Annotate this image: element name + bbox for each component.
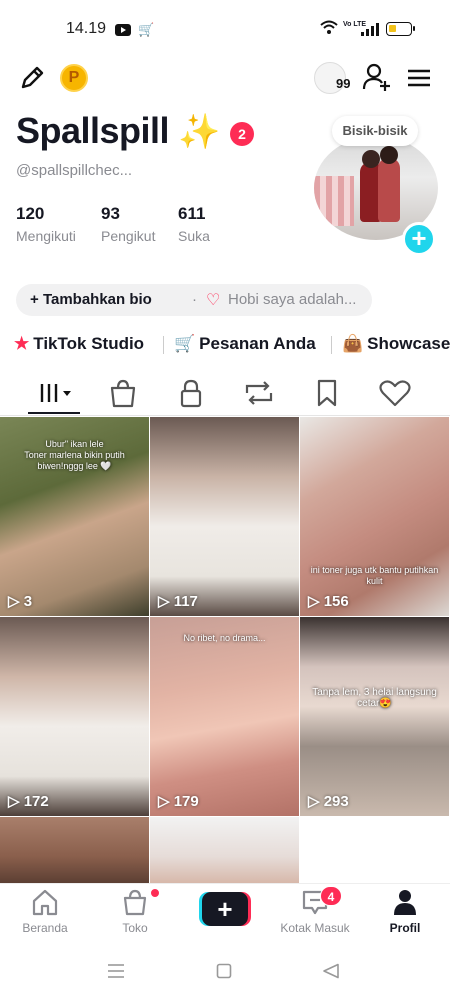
view-count-value: 3 bbox=[23, 593, 33, 610]
add-bio-button[interactable]: + Tambahkan bio bbox=[30, 291, 152, 308]
nav-profile[interactable]: Profil bbox=[360, 888, 450, 935]
hobby-prompt[interactable]: Hobi saya adalah... bbox=[228, 291, 356, 308]
add-story-button[interactable]: + bbox=[402, 222, 436, 256]
sparkle-emoji: ✨ bbox=[178, 113, 221, 151]
tiktok-studio-label: TikTok Studio bbox=[33, 334, 145, 353]
nav-home-label: Beranda bbox=[22, 921, 68, 935]
showcase-link[interactable]: 👜 Showcase bbox=[342, 334, 450, 354]
notification-badge[interactable]: 2 bbox=[230, 122, 254, 146]
stat-followers[interactable]: 93 Pengikut bbox=[101, 204, 155, 244]
battery-icon bbox=[386, 22, 415, 36]
profile-stats: 120 Mengikuti 93 Pengikut 611 Suka bbox=[16, 204, 276, 246]
active-tab-indicator bbox=[28, 412, 80, 414]
separator-dot: · bbox=[192, 291, 197, 308]
stat-following-label: Mengikuti bbox=[16, 228, 76, 244]
view-count-value: 179 bbox=[173, 793, 199, 810]
edit-pencil-icon[interactable] bbox=[18, 64, 46, 92]
video-thumbnail[interactable]: ▷ 117 bbox=[150, 417, 299, 616]
bio-row[interactable]: + Tambahkan bio · ♡ Hobi saya adalah... bbox=[16, 284, 372, 316]
video-thumbnail[interactable]: ini toner juga utk bantu putihkan kulit … bbox=[300, 417, 449, 616]
tab-liked[interactable] bbox=[377, 378, 413, 408]
video-caption: ini toner juga utk bantu putihkan kulit bbox=[310, 565, 439, 586]
nav-profile-label: Profil bbox=[389, 921, 421, 935]
home-icon bbox=[32, 889, 58, 916]
video-thumbnail[interactable]: Ubur" ikan lele Toner marlena bikin puti… bbox=[0, 417, 149, 616]
quick-links-row: ★ TikTok Studio 🛒 Pesanan Anda 👜 Showcase bbox=[0, 330, 450, 360]
youtube-notification-icon bbox=[115, 24, 131, 36]
status-bar: 14.19 🛒 Vo LTE bbox=[0, 0, 450, 60]
view-count: ▷ 117 bbox=[158, 593, 198, 610]
shopping-bag-icon: 👜 bbox=[342, 334, 364, 353]
video-thumbnail[interactable]: No ribet, no drama... ▷ 179 bbox=[150, 617, 299, 816]
nav-shop-label: Toko bbox=[122, 921, 148, 935]
video-thumbnail[interactable] bbox=[0, 817, 149, 883]
showcase-label: Showcase bbox=[367, 334, 450, 353]
tab-private[interactable] bbox=[173, 378, 209, 408]
stat-followers-value: 93 bbox=[101, 204, 120, 223]
heart-outline-icon: ♡ bbox=[206, 292, 221, 309]
stat-likes[interactable]: 611 Suka bbox=[178, 204, 210, 244]
view-count-value: 156 bbox=[323, 593, 349, 610]
whisper-bubble[interactable]: Bisik-bisik bbox=[332, 116, 418, 146]
nav-inbox-label: Kotak Masuk bbox=[280, 921, 350, 935]
profile-handle[interactable]: @spallspillchec... bbox=[16, 162, 132, 179]
content-tabs bbox=[0, 370, 450, 416]
recent-apps-icon[interactable] bbox=[106, 963, 126, 979]
plus-icon: + bbox=[202, 892, 248, 926]
view-count-value: 117 bbox=[173, 593, 198, 610]
add-bio-label: Tambahkan bio bbox=[42, 291, 152, 308]
shop-notification-dot bbox=[150, 888, 160, 898]
nav-shop[interactable]: Toko bbox=[90, 888, 180, 935]
video-caption: No ribet, no drama... bbox=[183, 633, 266, 643]
video-caption: Tanpa lem, 3 helai langsung cetar😍 bbox=[312, 687, 437, 709]
creator-star-icon: ★ bbox=[14, 334, 30, 353]
stat-following-value: 120 bbox=[16, 204, 45, 223]
view-count-value: 293 bbox=[323, 793, 349, 810]
orders-link[interactable]: 🛒 Pesanan Anda bbox=[174, 334, 316, 354]
tab-reposts[interactable] bbox=[241, 378, 277, 408]
video-thumbnail[interactable] bbox=[150, 817, 299, 883]
status-time: 14.19 bbox=[66, 20, 107, 37]
system-navigation-bar bbox=[0, 943, 450, 1000]
stat-likes-label: Suka bbox=[178, 228, 210, 244]
create-button[interactable]: + bbox=[199, 892, 251, 926]
profile-viewers-count[interactable]: 99 bbox=[336, 76, 350, 91]
profile-top-bar: P 99 bbox=[0, 60, 450, 100]
inbox-badge: 4 bbox=[320, 886, 342, 906]
view-count-value: 172 bbox=[23, 793, 49, 810]
stat-followers-label: Pengikut bbox=[101, 228, 156, 244]
video-thumbnail[interactable]: Tanpa lem, 3 helai langsung cetar😍 ▷ 293 bbox=[300, 617, 449, 816]
view-count: ▷ 3 bbox=[8, 593, 33, 610]
shop-notification-icon: 🛒 bbox=[138, 22, 155, 37]
wifi-icon bbox=[320, 20, 338, 34]
bottom-navigation: Beranda Toko + Kotak Masuk 4 Profil bbox=[0, 883, 450, 943]
home-square-icon[interactable] bbox=[216, 963, 232, 979]
p-coin-icon[interactable]: P bbox=[60, 64, 88, 92]
view-count: ▷ 179 bbox=[158, 793, 199, 810]
view-count: ▷ 156 bbox=[308, 593, 349, 610]
hamburger-menu-icon[interactable] bbox=[406, 68, 432, 88]
add-friend-icon[interactable] bbox=[362, 62, 392, 92]
tab-favorites[interactable] bbox=[309, 378, 345, 408]
nav-inbox[interactable]: Kotak Masuk bbox=[270, 888, 360, 935]
back-triangle-icon[interactable] bbox=[322, 963, 340, 979]
video-thumbnail[interactable]: ▷ 172 bbox=[0, 617, 149, 816]
profile-name: Spallspill bbox=[16, 110, 170, 151]
view-count: ▷ 172 bbox=[8, 793, 49, 810]
stat-likes-value: 611 bbox=[178, 204, 206, 223]
signal-icon bbox=[361, 23, 379, 36]
tab-shop[interactable] bbox=[105, 378, 141, 408]
orders-label: Pesanan Anda bbox=[199, 334, 316, 353]
tab-videos[interactable] bbox=[38, 378, 74, 408]
tiktok-studio-link[interactable]: ★ TikTok Studio bbox=[14, 334, 144, 354]
cart-icon: 🛒 bbox=[174, 334, 196, 353]
video-caption: Ubur" ikan lele Toner marlena bikin puti… bbox=[24, 439, 125, 471]
shop-bag-icon bbox=[123, 889, 147, 916]
nav-home[interactable]: Beranda bbox=[0, 888, 90, 935]
stat-following[interactable]: 120 Mengikuti bbox=[16, 204, 76, 244]
profile-person-icon bbox=[394, 890, 416, 915]
view-count: ▷ 293 bbox=[308, 793, 349, 810]
